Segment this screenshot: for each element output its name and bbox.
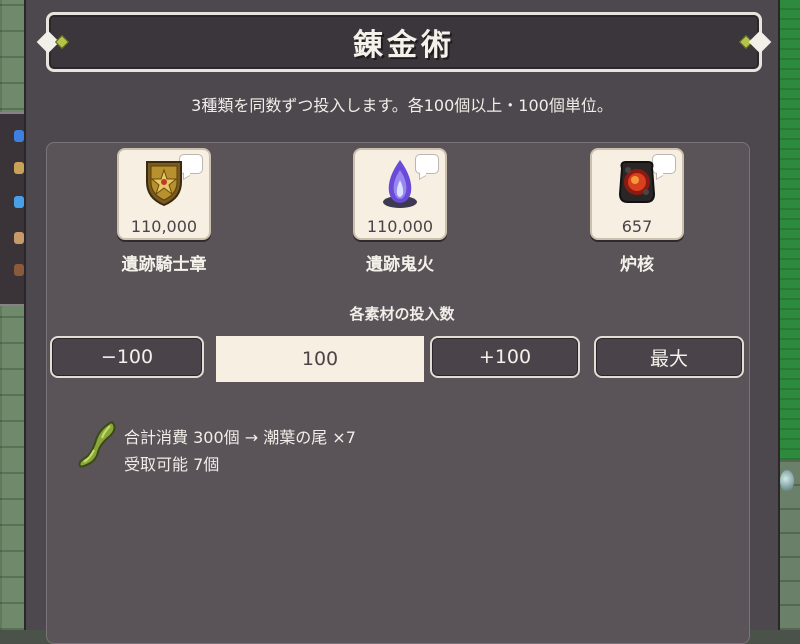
increase-100-button[interactable]: +100	[430, 336, 580, 378]
alchemy-window: 錬金術 3種類を同数ずつ投入します。各100個以上・100個単位。 110,00…	[24, 0, 780, 644]
title-right-gem-icon	[738, 34, 754, 50]
material-count: 110,000	[366, 217, 434, 236]
material-slot-furnace-core[interactable]: 657 炉核	[587, 148, 687, 275]
title-left-gem-icon	[54, 34, 70, 50]
material-card[interactable]: 657	[590, 148, 684, 240]
street-lamp-icon	[780, 470, 794, 492]
furnace-core-icon	[618, 161, 656, 203]
material-count: 657	[621, 217, 653, 236]
shield-emblem-icon	[146, 161, 182, 207]
material-card[interactable]: 110,000	[117, 148, 211, 240]
side-item-icon	[14, 232, 24, 244]
title-bar: 錬金術	[46, 12, 762, 72]
side-item-icon	[14, 264, 24, 276]
material-name: 遺跡鬼火	[366, 255, 434, 275]
receivable-count-text: 受取可能 7個	[124, 455, 220, 474]
material-name: 炉核	[620, 255, 654, 275]
quantity-input[interactable]	[216, 336, 424, 382]
quantity-heading: 各素材の投入数	[349, 305, 455, 323]
material-slot-knight-emblem[interactable]: 110,000 遺跡騎士章	[114, 148, 214, 275]
material-card[interactable]: 110,000	[353, 148, 447, 240]
decrease-100-button[interactable]: −100	[50, 336, 204, 378]
kelp-tail-icon	[78, 420, 116, 468]
side-item-icon	[14, 196, 24, 208]
max-button[interactable]: 最大	[594, 336, 744, 378]
result-summary: 合計消費 300個 → 潮葉の尾 ×7 受取可能 7個	[124, 424, 356, 478]
total-consumption-text: 合計消費 300個 → 潮葉の尾 ×7	[124, 428, 356, 447]
material-name: 遺跡騎士章	[121, 255, 207, 275]
instruction-text: 3種類を同数ずつ投入します。各100個以上・100個単位。	[191, 96, 613, 115]
material-count: 110,000	[130, 217, 198, 236]
side-item-icon	[14, 162, 24, 174]
window-title: 錬金術	[353, 28, 455, 63]
material-slot-wisp[interactable]: 110,000 遺跡鬼火	[350, 148, 450, 275]
side-item-icon	[14, 130, 24, 142]
will-o-wisp-icon	[383, 160, 417, 208]
